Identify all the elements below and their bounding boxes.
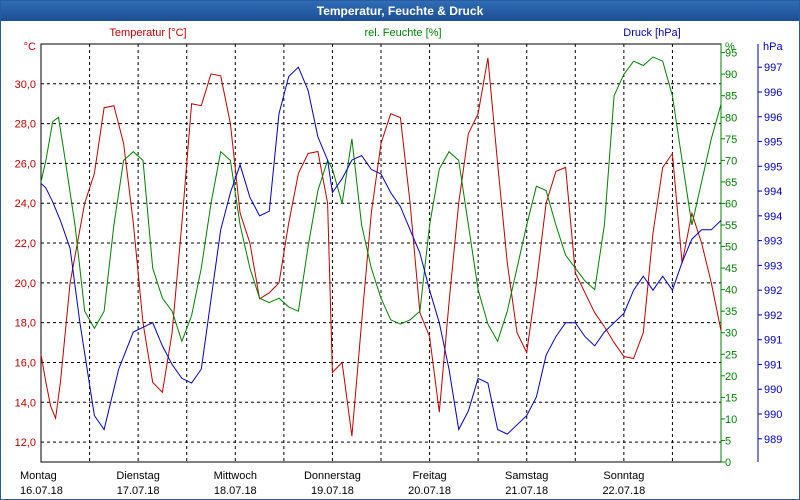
x-tick-date-label: 21.07.18 xyxy=(505,485,548,497)
pressure-tick-label: 994 xyxy=(764,211,782,223)
pressure-tick-label: 991 xyxy=(764,359,782,371)
temperature-tick-label: 20,0 xyxy=(15,278,36,290)
x-tick-date-label: 18.07.18 xyxy=(214,485,257,497)
x-tick-day-label: Sonntag xyxy=(603,470,644,482)
humidity-tick-label: 50 xyxy=(725,242,737,254)
x-tick-day-label: Mittwoch xyxy=(214,470,257,482)
x-tick-date-label: 16.07.18 xyxy=(20,485,63,497)
humidity-tick-label: 75 xyxy=(725,134,737,146)
temperature-tick-label: 18,0 xyxy=(15,318,36,330)
x-tick-day-label: Donnerstag xyxy=(304,470,361,482)
humidity-tick-label: 30 xyxy=(725,328,737,340)
temperature-unit-label: °C xyxy=(24,41,36,53)
pressure-tick-label: 991 xyxy=(764,335,782,347)
humidity-tick-label: 40 xyxy=(725,285,737,297)
humidity-tick-label: 5 xyxy=(725,435,731,447)
temperature-series-line xyxy=(40,57,722,437)
x-tick-day-label: Dienstag xyxy=(116,470,159,482)
humidity-tick-label: 45 xyxy=(725,263,737,275)
x-tick-day-label: Montag xyxy=(20,470,57,482)
humidity-tick-label: 85 xyxy=(725,91,737,103)
plot-area: 12,0 14,0 16,0 18,0 20,0 22,0 24,0 26,0 28,0 30,0… xyxy=(15,43,782,497)
temperature-tick-label: 28,0 xyxy=(15,119,36,131)
x-tick-day-label: Freitag xyxy=(412,470,446,482)
pressure-unit-label: hPa xyxy=(763,41,783,53)
pressure-tick-label: 997 xyxy=(764,62,782,74)
pressure-tick-label: 995 xyxy=(764,161,782,173)
chart-canvas: Temperatur [°C] rel. Feuchte [%] Druck [… xyxy=(15,27,784,497)
humidity-tick-label: 60 xyxy=(725,198,737,210)
humidity-tick-label: 65 xyxy=(725,177,737,189)
humidity-axis-title: rel. Feuchte [%] xyxy=(364,27,441,39)
pressure-tick-label: 995 xyxy=(764,137,782,149)
pressure-axis-title: Druck [hPa] xyxy=(623,27,680,39)
pressure-tick-label: 990 xyxy=(764,384,782,396)
humidity-tick-label: 10 xyxy=(725,414,737,426)
humidity-tick-label: 35 xyxy=(725,306,737,318)
humidity-tick-label: 25 xyxy=(725,349,737,361)
humidity-tick-label: 55 xyxy=(725,220,737,232)
humidity-tick-label: 95 xyxy=(725,48,737,60)
temperature-tick-label: 12,0 xyxy=(15,437,36,449)
x-tick-date-label: 22.07.18 xyxy=(602,485,645,497)
humidity-tick-label: 20 xyxy=(725,371,737,383)
pressure-tick-label: 996 xyxy=(764,112,782,124)
pressure-tick-label: 992 xyxy=(764,310,782,322)
temperature-axis-title: Temperatur [°C] xyxy=(109,27,186,39)
temperature-tick-label: 26,0 xyxy=(15,158,36,170)
temperature-tick-label: 22,0 xyxy=(15,238,36,250)
temperature-tick-label: 14,0 xyxy=(15,397,36,409)
humidity-tick-label: 0 xyxy=(725,457,731,469)
x-tick-date-label: 20.07.18 xyxy=(408,485,451,497)
temperature-tick-label: 30,0 xyxy=(15,79,36,91)
temperature-tick-label: 24,0 xyxy=(15,198,36,210)
pressure-tick-label: 992 xyxy=(764,285,782,297)
pressure-tick-label: 993 xyxy=(764,260,782,272)
pressure-tick-label: 996 xyxy=(764,87,782,99)
temperature-tick-label: 16,0 xyxy=(15,357,36,369)
humidity-tick-label: 15 xyxy=(725,392,737,404)
x-tick-date-label: 19.07.18 xyxy=(311,485,354,497)
pressure-tick-label: 990 xyxy=(764,409,782,421)
x-tick-day-label: Samstag xyxy=(505,470,548,482)
pressure-tick-label: 993 xyxy=(764,236,782,248)
humidity-tick-label: 90 xyxy=(725,69,737,81)
humidity-tick-label: 70 xyxy=(725,155,737,167)
pressure-tick-label: 989 xyxy=(764,434,782,446)
x-tick-date-label: 17.07.18 xyxy=(117,485,160,497)
humidity-tick-label: 80 xyxy=(725,112,737,124)
pressure-tick-label: 994 xyxy=(764,186,782,198)
